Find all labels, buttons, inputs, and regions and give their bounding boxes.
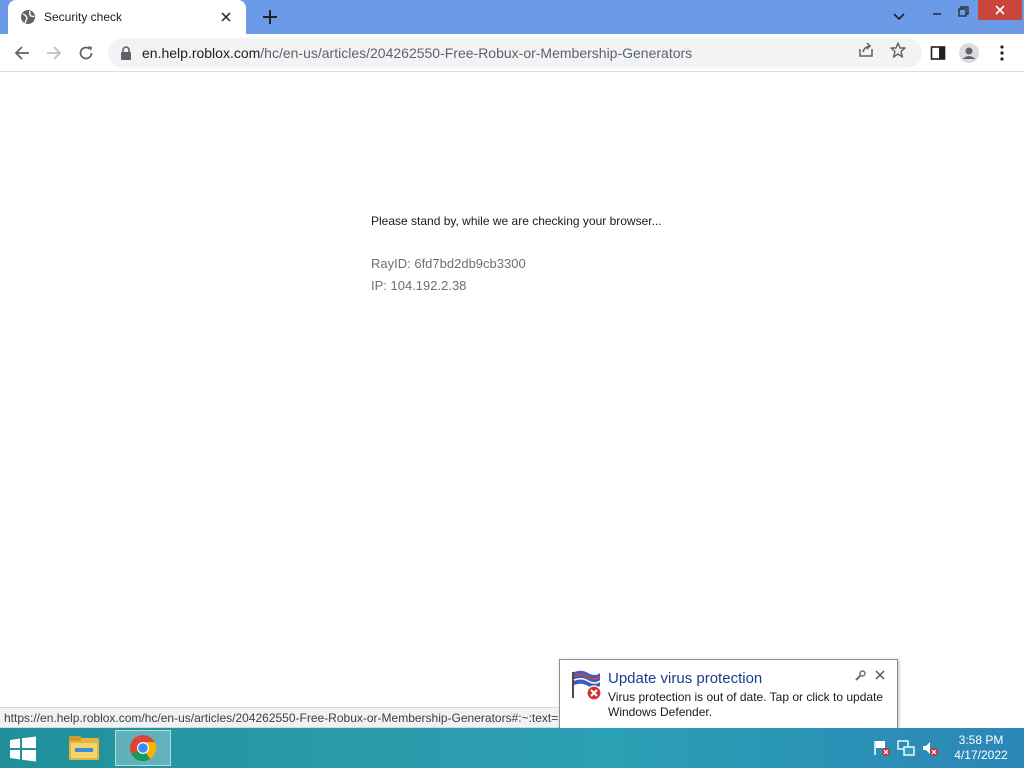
notification-title: Update virus protection	[608, 670, 763, 687]
windows-start-button[interactable]	[8, 736, 42, 762]
system-clock[interactable]: 3:58 PM 4/17/2022	[948, 733, 1014, 763]
page-content: Please stand by, while we are checking y…	[0, 72, 1024, 728]
address-bar[interactable]: en.help.roblox.com/hc/en-us/articles/204…	[108, 38, 922, 68]
minimize-window-button[interactable]	[924, 0, 950, 22]
lock-icon[interactable]	[120, 46, 132, 60]
forward-button[interactable]	[42, 41, 66, 65]
globe-icon	[20, 9, 36, 25]
windows-taskbar: 3:58 PM 4/17/2022	[0, 728, 1024, 768]
defender-notification[interactable]: Update virus protection Virus protection…	[559, 659, 898, 729]
action-center-flag-icon[interactable]	[873, 739, 891, 757]
chevron-down-icon[interactable]	[888, 8, 910, 26]
more-menu-icon[interactable]	[990, 41, 1014, 65]
notification-close-icon[interactable]	[873, 668, 887, 682]
back-button[interactable]	[10, 41, 34, 65]
close-tab-icon[interactable]	[218, 9, 234, 25]
ip-address: IP: 104.192.2.38	[371, 278, 467, 293]
clock-time: 3:58 PM	[958, 733, 1004, 747]
share-icon[interactable]	[857, 41, 875, 59]
bookmark-star-icon[interactable]	[889, 41, 907, 59]
close-window-button[interactable]	[978, 0, 1022, 20]
network-icon[interactable]	[897, 739, 915, 757]
standby-message: Please stand by, while we are checking y…	[371, 214, 662, 228]
defender-flag-error-icon	[570, 668, 604, 702]
url-path: /hc/en-us/articles/204262550-Free-Robux-…	[260, 45, 693, 61]
link-status-bar: https://en.help.roblox.com/hc/en-us/arti…	[0, 707, 600, 728]
browser-toolbar: en.help.roblox.com/hc/en-us/articles/204…	[0, 34, 1024, 72]
chrome-icon[interactable]	[115, 730, 171, 766]
new-tab-button[interactable]	[258, 6, 282, 28]
tab-security-check[interactable]: Security check	[8, 0, 246, 34]
reload-button[interactable]	[74, 41, 98, 65]
tab-title: Security check	[44, 10, 123, 24]
file-explorer-icon[interactable]	[56, 730, 112, 766]
side-panel-icon[interactable]	[926, 41, 950, 65]
ray-id: RayID: 6fd7bd2db9cb3300	[371, 256, 526, 271]
notification-message: Virus protection is out of date. Tap or …	[608, 690, 884, 719]
address-url: en.help.roblox.com/hc/en-us/articles/204…	[142, 45, 692, 61]
url-host: en.help.roblox.com	[142, 45, 261, 61]
profile-avatar-icon[interactable]	[957, 41, 981, 65]
restore-window-button[interactable]	[950, 0, 976, 22]
browser-tabstrip: Security check	[0, 0, 1024, 34]
speaker-muted-icon[interactable]	[921, 739, 939, 757]
wrench-icon[interactable]	[854, 669, 866, 681]
clock-date: 4/17/2022	[954, 748, 1008, 762]
